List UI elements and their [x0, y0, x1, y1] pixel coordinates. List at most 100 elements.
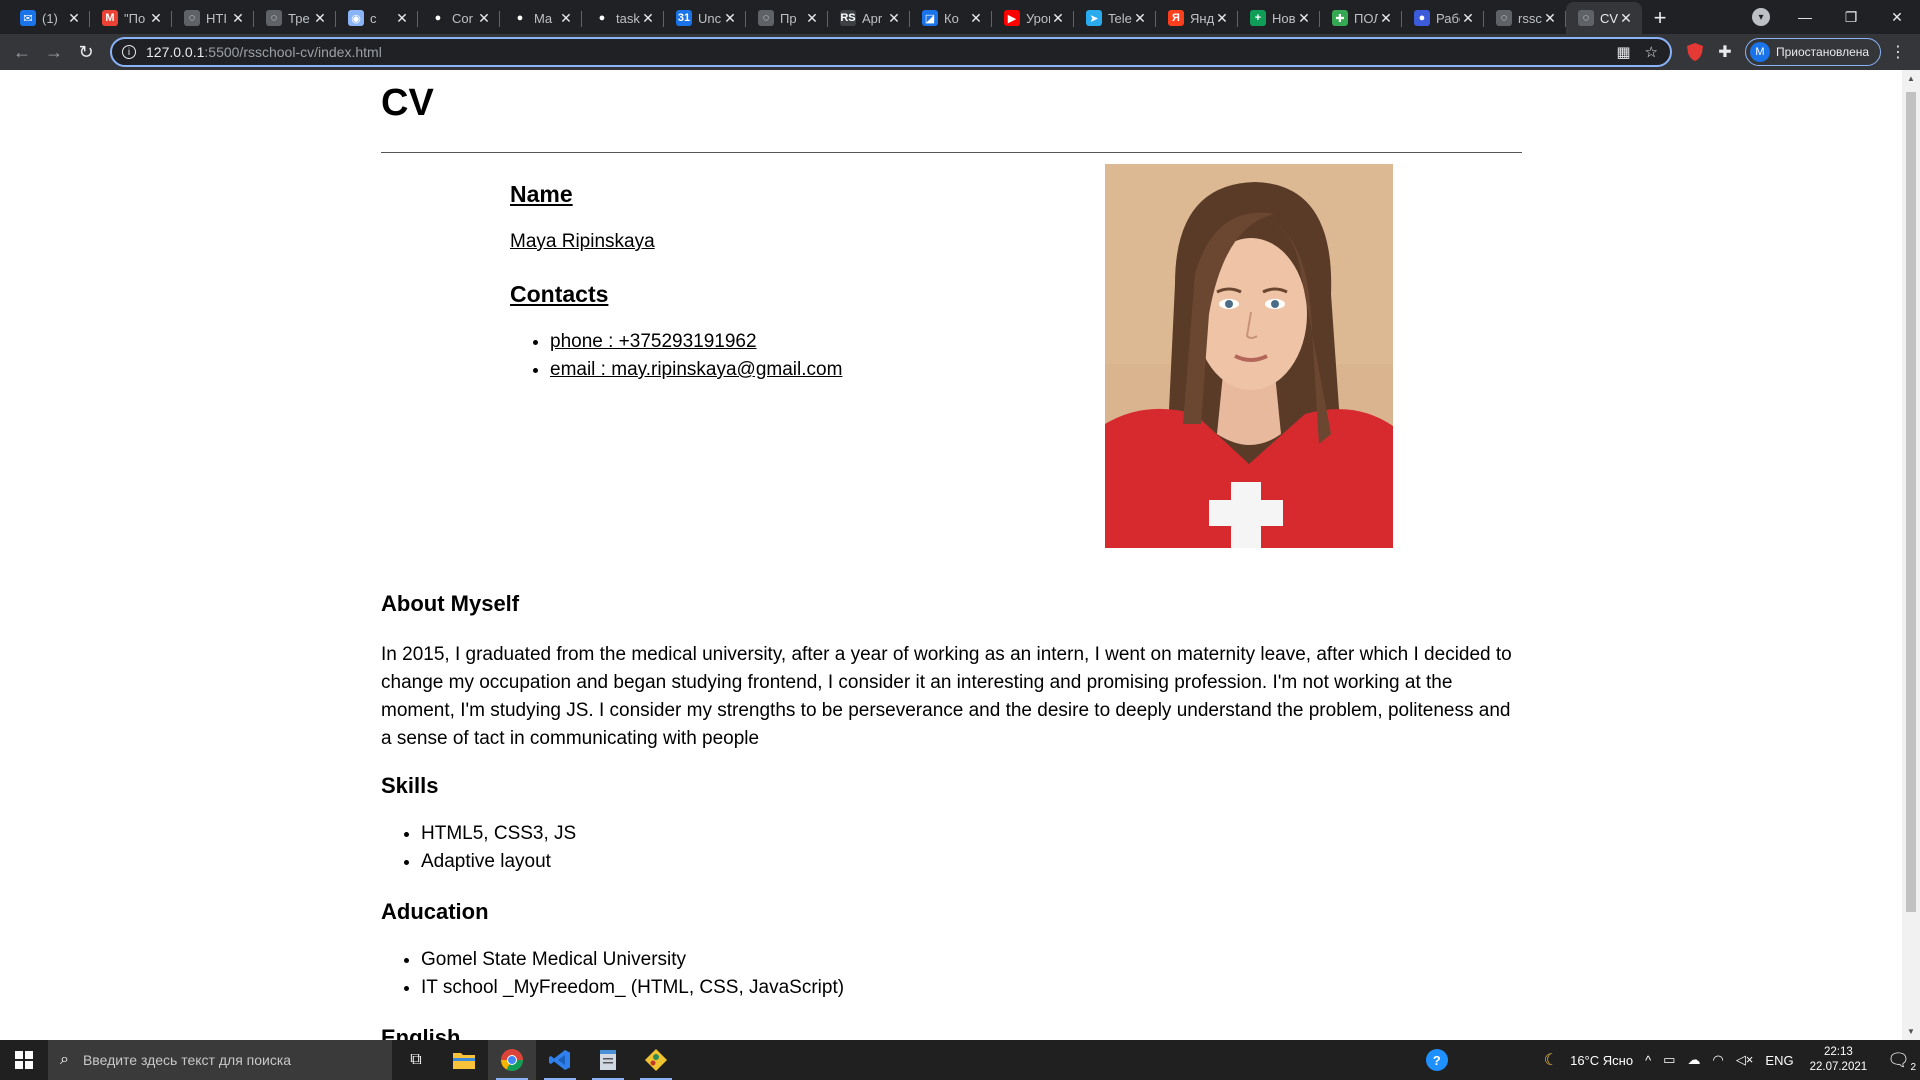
tab-title: rsschoo — [1518, 10, 1542, 26]
close-tab-icon[interactable]: ✕ — [886, 10, 902, 27]
chrome-icon[interactable] — [488, 1040, 536, 1080]
close-tab-icon[interactable]: ✕ — [1542, 10, 1558, 27]
browser-tab[interactable]: ◌ HTI ✕ — [172, 2, 254, 34]
help-icon[interactable]: ? — [1425, 1049, 1448, 1071]
restore-icon[interactable]: ❐ — [1828, 9, 1874, 26]
vscode-icon[interactable] — [536, 1040, 584, 1080]
sourcetree-icon[interactable] — [632, 1040, 680, 1080]
browser-tab[interactable]: ◌ Тре ✕ — [254, 2, 336, 34]
notification-center-icon[interactable]: 🗨 2 — [1887, 1050, 1916, 1073]
notepad-icon[interactable] — [584, 1040, 632, 1080]
tab-title: Cor — [452, 10, 473, 26]
reload-icon[interactable]: ↻ — [70, 36, 102, 68]
start-button[interactable] — [0, 1040, 48, 1080]
clock-time: 22:13 — [1823, 1046, 1853, 1058]
qr-code-icon[interactable]: ▦ — [1616, 43, 1630, 61]
page-scrollbar[interactable]: ▲ ▼ — [1902, 70, 1920, 1040]
close-tab-icon[interactable]: ✕ — [968, 10, 984, 27]
close-tab-icon[interactable]: ✕ — [312, 10, 328, 27]
close-tab-icon[interactable]: ✕ — [230, 10, 246, 27]
close-tab-icon[interactable]: ✕ — [1618, 10, 1634, 27]
weather-text[interactable]: 16°C Ясно — [1570, 1053, 1633, 1068]
task-view-icon[interactable]: ⧉ — [392, 1040, 440, 1080]
new-tab-button[interactable]: + — [1642, 2, 1678, 34]
scroll-down-icon[interactable]: ▼ — [1907, 1027, 1915, 1036]
close-tab-icon[interactable]: ✕ — [66, 10, 82, 27]
browser-tab[interactable]: ● Ma ✕ — [500, 2, 582, 34]
browser-tab[interactable]: ● Cor ✕ — [418, 2, 500, 34]
wifi-icon[interactable]: ◠ — [1712, 1052, 1723, 1068]
close-tab-icon[interactable]: ✕ — [1296, 10, 1312, 27]
tab-favicon-icon: ◌ — [266, 10, 282, 26]
browser-tab[interactable]: ◌ CV ✕ — [1566, 2, 1642, 34]
tab-title: HTI — [206, 10, 227, 26]
scrollbar-thumb[interactable] — [1906, 92, 1916, 912]
browser-tab[interactable]: + Новая✕ — [1238, 2, 1320, 34]
tab-title: Урок 15 — [1026, 10, 1050, 26]
browser-tab[interactable]: ✉ (1) ✕ — [8, 2, 90, 34]
browser-tab[interactable]: ✚ ПОЛУЧ✕ — [1320, 2, 1402, 34]
profile-button[interactable]: M Приостановлена — [1745, 38, 1881, 66]
tab-favicon-icon: ● — [512, 10, 528, 26]
contact-email-link[interactable]: email : may.ripinskaya@gmail.com — [550, 359, 1010, 387]
close-tab-icon[interactable]: ✕ — [1214, 10, 1230, 27]
taskbar-search-box[interactable]: ⌕ Введите здесь текст для поиска — [48, 1040, 392, 1080]
tray-chevron-icon[interactable]: ^ — [1645, 1053, 1651, 1068]
close-tab-icon[interactable]: ✕ — [1460, 10, 1476, 27]
close-tab-icon[interactable]: ✕ — [640, 10, 656, 27]
tab-search-icon[interactable]: ▾ — [1752, 8, 1770, 26]
tab-title: Unc — [698, 10, 722, 26]
close-tab-icon[interactable]: ✕ — [1378, 10, 1394, 27]
close-tab-icon[interactable]: ✕ — [394, 10, 410, 27]
list-item: Adaptive layout — [421, 851, 1522, 879]
extensions-puzzle-icon[interactable]: ✚ — [1710, 37, 1740, 67]
tab-title: Пр — [780, 10, 797, 26]
address-bar[interactable]: i 127.0.0.1:5500/rsschool-cv/index.html … — [110, 37, 1672, 67]
search-icon: ⌕ — [60, 1051, 69, 1068]
browser-tab[interactable]: Я Яндекс✕ — [1156, 2, 1238, 34]
skills-heading: Skills — [381, 773, 439, 798]
education-list: Gomel State Medical University IT school… — [381, 949, 1522, 1005]
minimize-icon[interactable]: — — [1782, 9, 1828, 25]
browser-tab[interactable]: ◌ Пр ✕ — [746, 2, 828, 34]
browser-tab[interactable]: ▶ Урок 15✕ — [992, 2, 1074, 34]
close-tab-icon[interactable]: ✕ — [1132, 10, 1148, 27]
browser-tab[interactable]: ◌ rsschoo✕ — [1484, 2, 1566, 34]
list-item: HTML5, CSS3, JS — [421, 823, 1522, 851]
windows-logo-icon — [15, 1051, 33, 1069]
onedrive-icon[interactable]: ☁ — [1687, 1052, 1700, 1068]
system-clock[interactable]: 22:13 22.07.2021 — [1810, 1045, 1868, 1075]
language-indicator[interactable]: ENG — [1765, 1053, 1793, 1068]
close-tab-icon[interactable]: ✕ — [148, 10, 164, 27]
cv-page: CV Name Maya Ripinskaya Contacts phone :… — [381, 70, 1522, 1040]
volume-muted-icon[interactable]: ◁× — [1736, 1052, 1754, 1068]
bookmark-star-icon[interactable]: ☆ — [1645, 43, 1658, 61]
tab-favicon-icon: ◉ — [348, 10, 364, 26]
browser-tab[interactable]: ◪ Ко ✕ — [910, 2, 992, 34]
close-tab-icon[interactable]: ✕ — [722, 10, 738, 27]
file-explorer-icon[interactable] — [440, 1040, 488, 1080]
browser-tab[interactable]: M "По ✕ — [90, 2, 172, 34]
browser-menu-icon[interactable]: ⋮ — [1890, 42, 1906, 62]
close-window-icon[interactable]: ✕ — [1874, 9, 1920, 26]
forward-icon[interactable]: → — [38, 36, 70, 68]
contact-phone-link[interactable]: phone : +375293191962 — [550, 331, 1010, 359]
back-icon[interactable]: ← — [6, 36, 38, 68]
browser-tab[interactable]: RS Apr ✕ — [828, 2, 910, 34]
tab-title: CV — [1600, 10, 1618, 26]
browser-tab[interactable]: 31 Unc ✕ — [664, 2, 746, 34]
close-tab-icon[interactable]: ✕ — [804, 10, 820, 27]
browser-tab[interactable]: ● task ✕ — [582, 2, 664, 34]
battery-icon[interactable]: ▭ — [1663, 1052, 1675, 1068]
close-tab-icon[interactable]: ✕ — [476, 10, 492, 27]
browser-tab[interactable]: ◉ с ✕ — [336, 2, 418, 34]
scroll-up-icon[interactable]: ▲ — [1907, 74, 1915, 83]
extension-shield-icon[interactable] — [1680, 37, 1710, 67]
browser-tab[interactable]: ● Работа✕ — [1402, 2, 1484, 34]
site-info-icon[interactable]: i — [122, 45, 136, 59]
browser-tab[interactable]: ➤ Telegra✕ — [1074, 2, 1156, 34]
weather-moon-icon[interactable]: ☾ — [1544, 1050, 1558, 1070]
tab-favicon-icon: + — [1250, 10, 1266, 26]
close-tab-icon[interactable]: ✕ — [1050, 10, 1066, 27]
close-tab-icon[interactable]: ✕ — [558, 10, 574, 27]
